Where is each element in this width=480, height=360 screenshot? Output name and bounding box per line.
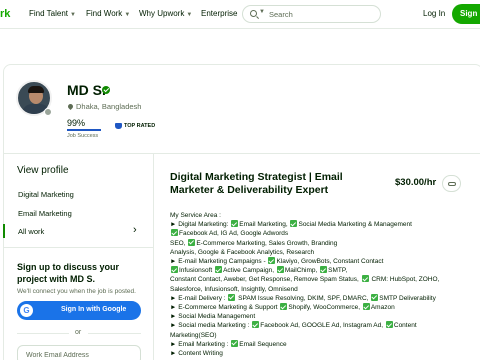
work-email-input[interactable] [17,345,141,360]
job-success-label: Job Success [67,133,99,139]
check-icon [231,220,239,228]
specialty-email-marketing[interactable]: Email Marketing [18,209,72,218]
top-navigation: rk Find Talent ▼ Find Work ▼ Why Upwork ▼ E… [0,0,480,29]
nav-enterprise[interactable]: Enterprise [201,9,237,18]
check-icon [231,339,239,347]
check-icon [215,266,223,274]
view-profile-heading: View profile [17,165,69,176]
check-icon [385,321,393,329]
chevron-down-icon: ▼ [124,12,131,18]
check-icon [188,238,196,246]
active-indicator [3,224,5,238]
copy-link-button[interactable] [442,175,461,192]
overview-line: ► Email Marketing : Email Sequence [170,339,287,348]
overview-line: ► Content Writing [170,350,223,358]
check-icon [280,303,288,311]
overview-line: My Service Area : [170,212,221,219]
online-status-dot [44,108,52,116]
google-signin-button[interactable]: G Sign In with Google [17,301,141,320]
check-icon [362,303,370,311]
signup-cta-subtitle: We'll connect you when the job is posted… [17,288,136,295]
specialty-digital-marketing[interactable]: Digital Marketing [18,190,74,199]
check-icon [252,321,260,329]
check-icon [171,266,178,274]
overview-line: ► Social media Marketing : Facebook Ad, … [170,321,417,330]
login-link[interactable]: Log In [423,9,445,18]
overview-line: Infusionsoft Active Campaign, MailChimp,… [170,266,475,275]
job-success-bar [67,129,101,131]
or-divider-left [17,333,69,334]
check-icon [371,293,379,301]
hourly-rate: $30.00/hr [395,177,437,188]
top-rated-badge-icon [115,123,122,129]
verified-icon [102,86,110,94]
check-icon [276,266,284,274]
top-rated-badge: TOP RATED [124,123,156,129]
chevron-down-icon: ▼ [186,12,193,18]
overview-line: Constant Contact, Aweber, Get Response, … [170,275,440,284]
location-text: Dhaka, Bangladesh [76,102,142,111]
or-divider-right [88,333,141,334]
overview-line: Marketing(SEO) [170,331,217,339]
nav-find-talent-label: Find Talent [29,9,68,18]
card-divider [3,153,480,154]
google-signin-label: Sign In with Google [61,306,127,313]
profile-headline: Digital Marketing Strategist | Email Mar… [170,171,343,196]
check-icon [228,293,236,301]
chevron-down-icon: ▼ [70,12,76,18]
signup-button[interactable]: Sign [452,4,480,24]
link-icon [448,182,456,186]
check-icon [171,229,178,237]
check-icon [361,275,369,283]
search-placeholder: Search [269,10,293,19]
upwork-logo[interactable]: rk [0,8,10,20]
search-bar[interactable]: ▼ Search [242,5,381,23]
overview-line: ► Social Media Management [170,313,256,321]
check-icon [268,257,276,265]
chevron-right-icon[interactable]: › [133,224,137,236]
job-success-score: 99% [67,118,86,128]
nav-find-work-label: Find Work [86,9,123,18]
check-icon [290,220,298,228]
job-success-bar-fill [67,129,101,131]
profile-overview: My Service Area : ► Digital Marketing: Em… [170,211,475,358]
overview-line: ► E-mail Marketing Campaigns - Klaviyo, … [170,257,384,266]
nav-find-talent[interactable]: Find Talent ▼ [29,9,76,18]
overview-line: Facebook Ad, IG Ad, Google Adwords [170,229,475,238]
overview-line: ► Digital Marketing: Email Marketing, So… [170,220,412,229]
overview-line: Salesforce, Infusionsoft, Insightly, Omn… [170,285,298,293]
sidebar-divider [3,247,153,248]
overview-line: ► E-Commerce Marketing & Support Shopify… [170,303,395,312]
google-icon: G [20,304,33,317]
overview-line: Analysis, Google & Facebook Analytics, R… [170,248,315,256]
specialty-all-work[interactable]: All work [18,227,44,236]
overview-line: SEO, E-Commerce Marketing, Sales Growth,… [170,238,338,247]
check-icon [320,266,328,274]
chevron-down-icon[interactable]: ▼ [259,9,265,15]
signup-cta-title: Sign up to discuss your project with MD … [17,262,120,284]
column-divider [153,153,154,360]
search-icon [250,10,257,17]
avatar-hair [28,86,44,93]
nav-find-work[interactable]: Find Work ▼ [86,9,130,18]
freelancer-name: MD S. [67,82,106,98]
nav-why-upwork[interactable]: Why Upwork ▼ [139,9,192,18]
overview-line: ► E-mail Delivery : SPAM Issue Resolving… [170,293,436,302]
or-text: or [75,329,82,336]
nav-why-upwork-label: Why Upwork [139,9,185,18]
